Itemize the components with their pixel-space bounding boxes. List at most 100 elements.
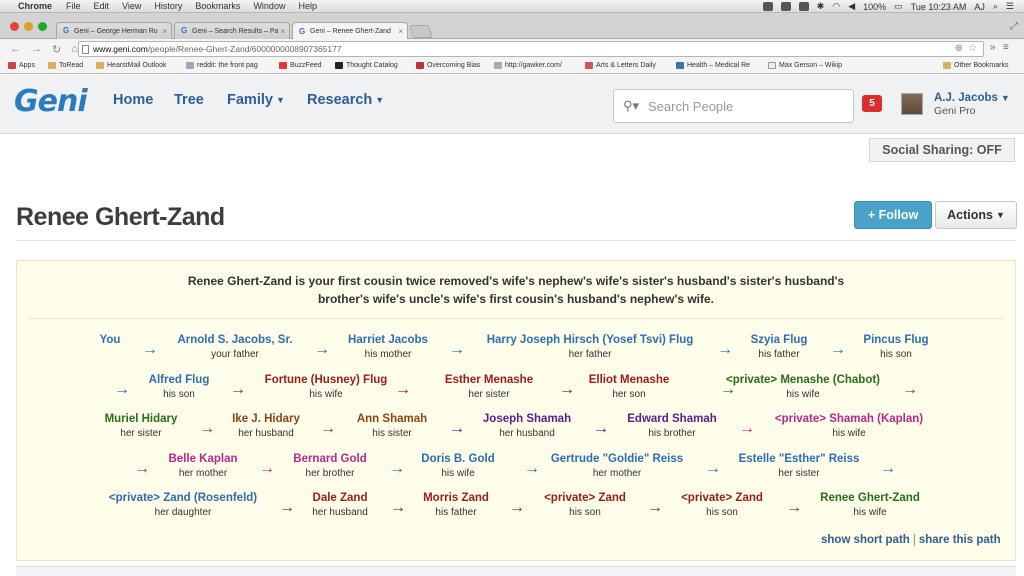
person-name-link[interactable]: Fortune (Husney) Flug — [265, 374, 388, 386]
bookmark-arts-letters[interactable]: Arts & Letters Daily — [585, 62, 656, 69]
nav-home[interactable]: Home — [113, 92, 153, 108]
zoom-window-button[interactable] — [38, 22, 47, 31]
person-name-link[interactable]: <private> Shamah (Kaplan) — [775, 413, 923, 425]
minimize-window-button[interactable] — [24, 22, 33, 31]
home-icon[interactable]: ⌂ — [71, 43, 78, 55]
person-name-link[interactable]: Arnold S. Jacobs, Sr. — [177, 334, 292, 346]
person-name-link[interactable]: Pincus Flug — [863, 334, 928, 346]
url-input[interactable]: www.geni.com/people/Renee-Ghert-Zand/600… — [78, 41, 984, 57]
person-name-link[interactable]: <private> Menashe (Chabot) — [726, 374, 880, 386]
new-tab-button[interactable] — [409, 25, 433, 38]
bookmark-gawker[interactable]: http://gawker.com/ — [494, 62, 562, 69]
person-name-link[interactable]: Harriet Jacobs — [348, 334, 428, 346]
person-name-link[interactable]: Belle Kaplan — [168, 453, 237, 465]
person-name-link[interactable]: Muriel Hidary — [105, 413, 178, 425]
user-menu[interactable]: AJ — [974, 2, 985, 12]
close-tab-icon[interactable]: × — [162, 27, 167, 36]
extensions-icon[interactable]: » — [990, 42, 996, 53]
browser-tab-2[interactable]: G Geni – Search Results – Pa × — [174, 22, 290, 39]
spotlight-icon[interactable]: ⌕ — [993, 1, 998, 12]
person-name-link[interactable]: Edward Shamah — [627, 413, 716, 425]
zoom-icon[interactable]: ⊕ — [955, 43, 963, 54]
close-window-button[interactable] — [10, 22, 19, 31]
person-name-link[interactable]: Dale Zand — [312, 492, 368, 504]
close-tab-icon[interactable]: × — [280, 27, 285, 36]
show-short-path-link[interactable]: show short path — [821, 534, 910, 546]
person-name-link[interactable]: Gertrude "Goldie" Reiss — [551, 453, 683, 465]
wifi-icon[interactable]: ◠ — [832, 1, 840, 12]
bookmark-max-gerson[interactable]: Max Gerson – Wikip — [768, 62, 842, 69]
person-name-link[interactable]: Alfred Flug — [149, 374, 210, 386]
back-icon[interactable]: ← — [10, 43, 21, 55]
menu-help[interactable]: Help — [298, 1, 317, 11]
bookmark-thought-catalog[interactable]: Thought Catalog — [335, 62, 398, 69]
close-tab-icon[interactable]: × — [398, 27, 403, 36]
menu-history[interactable]: History — [154, 1, 182, 11]
person-name-link[interactable]: <private> Zand — [681, 492, 763, 504]
notification-badge[interactable]: 5 — [862, 95, 882, 112]
person-name-link[interactable]: Doris B. Gold — [421, 453, 494, 465]
avatar[interactable] — [901, 93, 923, 115]
battery-percent[interactable]: 100% — [863, 2, 886, 12]
nav-tree[interactable]: Tree — [174, 92, 204, 108]
person-name-link[interactable]: Ann Shamah — [357, 413, 427, 425]
bookmark-hearstmail[interactable]: HearstMail Outlook — [96, 62, 167, 69]
menu-view[interactable]: View — [122, 1, 141, 11]
bookmark-toread[interactable]: ToRead — [48, 62, 83, 69]
follow-button[interactable]: + Follow — [854, 201, 932, 229]
user-menu-name[interactable]: A.J. Jacobs ▼ — [934, 92, 1010, 104]
bookmarks-bar: Apps ToRead HearstMail Outlook reddit: t… — [0, 59, 1024, 74]
menu-bookmarks[interactable]: Bookmarks — [195, 1, 240, 11]
bookmark-health-medical[interactable]: Health – Medical Re — [676, 62, 750, 69]
forward-icon[interactable]: → — [31, 43, 42, 55]
time-machine-icon[interactable] — [798, 2, 809, 11]
person-name-link[interactable]: Ike J. Hidary — [232, 413, 300, 425]
person-name-link[interactable]: Elliot Menashe — [589, 374, 670, 386]
site-header: Geni Home Tree Family ▼ Research ▼ ⚲▾ Sear… — [0, 75, 1024, 134]
geni-logo[interactable]: Geni — [14, 84, 88, 119]
fullscreen-icon[interactable]: ⤢ — [1010, 21, 1018, 32]
person-name-link[interactable]: Estelle "Esther" Reiss — [739, 453, 860, 465]
menu-window[interactable]: Window — [253, 1, 285, 11]
bookmark-overcoming-bias[interactable]: Overcoming Bias — [416, 62, 480, 69]
chrome-menu-icon[interactable]: ≡ — [1003, 42, 1009, 53]
share-this-path-link[interactable]: share this path — [919, 534, 1001, 546]
bluetooth-icon[interactable]: ✱ — [817, 1, 825, 12]
person-name-link[interactable]: <private> Zand (Rosenfeld) — [109, 492, 257, 504]
person-name-link[interactable]: Morris Zand — [423, 492, 489, 504]
bookmark-other[interactable]: Other Bookmarks — [943, 62, 1008, 69]
person-name-link[interactable]: Joseph Shamah — [483, 413, 571, 425]
menu-edit[interactable]: Edit — [94, 1, 110, 11]
bookmark-buzzfeed[interactable]: BuzzFeed — [279, 62, 322, 69]
person-name-link[interactable]: Harry Joseph Hirsch (Yosef Tsvi) Flug — [487, 334, 694, 346]
search-people-input[interactable]: ⚲▾ Search People — [613, 89, 854, 123]
browser-tab-3-active[interactable]: G Geni – Renee Ghert-Zand × — [292, 22, 408, 40]
reload-icon[interactable]: ↻ — [52, 43, 61, 56]
menu-app-name[interactable]: Chrome — [18, 1, 52, 11]
nav-research[interactable]: Research ▼ — [307, 92, 384, 108]
person-name-link[interactable]: You — [100, 334, 121, 346]
battery-icon[interactable]: ▭ — [894, 1, 903, 12]
volume-icon[interactable]: ◀ — [848, 1, 855, 12]
social-sharing-toggle[interactable]: Social Sharing: OFF — [869, 138, 1015, 162]
browser-tab-1[interactable]: G Geni – George Herman Ru × — [56, 22, 172, 39]
person-name-link[interactable]: Renee Ghert-Zand — [820, 492, 920, 504]
person-relation: his brother — [648, 428, 696, 439]
evernote-icon[interactable] — [762, 2, 773, 11]
person-name-link[interactable]: Szyia Flug — [751, 334, 808, 346]
clock[interactable]: Tue 10:23 AM — [911, 2, 967, 12]
actions-button[interactable]: Actions ▼ — [935, 201, 1017, 229]
person-name-link[interactable]: Bernard Gold — [293, 453, 366, 465]
geni-favicon-icon: G — [181, 26, 188, 35]
path-person: Joseph Shamah her husband — [483, 413, 571, 439]
person-name-link[interactable]: Esther Menashe — [445, 374, 533, 386]
notification-center-icon[interactable]: ☰ — [1006, 1, 1014, 12]
dropbox-icon[interactable] — [780, 2, 791, 11]
bookmark-reddit[interactable]: reddit: the front pag — [186, 62, 258, 69]
nav-family[interactable]: Family ▼ — [227, 92, 285, 108]
bookmark-apps[interactable]: Apps — [8, 62, 35, 69]
person-name-link[interactable]: <private> Zand — [544, 492, 626, 504]
bookmark-star-icon[interactable]: ☆ — [968, 43, 977, 54]
path-person: Doris B. Gold his wife — [421, 453, 494, 479]
menu-file[interactable]: File — [66, 1, 81, 11]
